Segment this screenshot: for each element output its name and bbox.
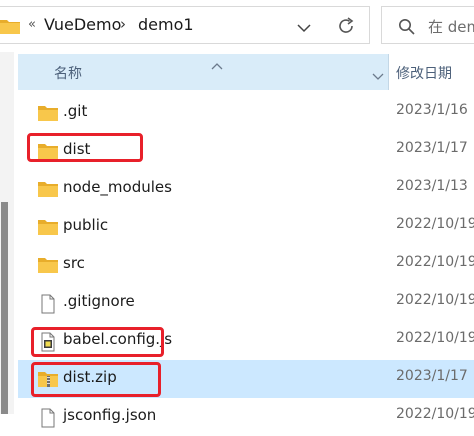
search-icon bbox=[398, 18, 416, 40]
file-date: 2022/10/19 bbox=[396, 254, 474, 270]
chevron-down-icon[interactable] bbox=[296, 19, 312, 38]
file-row-src[interactable]: src 2022/10/19 bbox=[18, 246, 474, 284]
navigation-scrollbar[interactable] bbox=[1, 202, 8, 414]
file-name: public bbox=[63, 216, 109, 234]
file-icon bbox=[37, 294, 59, 314]
file-row-public[interactable]: public 2022/10/19 bbox=[18, 208, 474, 246]
breadcrumb-overflow-icon[interactable]: « bbox=[28, 17, 36, 32]
file-date: 2022/10/19 bbox=[396, 216, 474, 232]
file-date: 2023/1/16 bbox=[396, 102, 468, 118]
folder-icon bbox=[37, 180, 59, 200]
breadcrumb-demo1[interactable]: demo1 bbox=[138, 15, 194, 34]
date-column-label: 修改日期 bbox=[396, 66, 452, 82]
annotation-highlight-dist-zip bbox=[31, 362, 161, 397]
search-placeholder: 在 dem bbox=[428, 18, 474, 36]
file-date: 2023/1/17 bbox=[396, 140, 468, 156]
search-box[interactable]: 在 dem bbox=[381, 6, 474, 44]
folder-icon bbox=[0, 18, 20, 38]
sort-ascending-icon bbox=[210, 55, 224, 74]
address-bar: « VueDemo › demo1 在 dem bbox=[0, 0, 474, 52]
file-date: 2022/10/19 bbox=[396, 406, 474, 422]
file-row-jsconfig[interactable]: jsconfig.json 2022/10/19 bbox=[18, 398, 474, 436]
breadcrumb-vuedemo[interactable]: VueDemo bbox=[44, 15, 121, 34]
navigation-pane bbox=[0, 52, 14, 414]
column-header: 名称 修改日期 bbox=[18, 54, 474, 90]
file-name: jsconfig.json bbox=[63, 406, 157, 424]
address-box[interactable]: « VueDemo › demo1 bbox=[0, 6, 370, 44]
folder-icon bbox=[37, 104, 59, 124]
folder-icon bbox=[37, 256, 59, 276]
file-date: 2022/10/19 bbox=[396, 292, 474, 308]
file-date: 2023/1/13 bbox=[396, 178, 468, 194]
file-row-node-modules[interactable]: node_modules 2023/1/13 bbox=[18, 170, 474, 208]
annotation-highlight-babel-config bbox=[31, 327, 164, 357]
file-name: .gitignore bbox=[63, 292, 135, 310]
annotation-highlight-dist bbox=[27, 133, 143, 162]
file-icon bbox=[37, 408, 59, 428]
file-date: 2022/10/19 bbox=[396, 330, 474, 346]
file-name: src bbox=[63, 254, 85, 272]
date-column-header[interactable]: 修改日期 bbox=[389, 54, 474, 90]
name-column-header[interactable]: 名称 bbox=[18, 54, 388, 90]
file-name: node_modules bbox=[63, 178, 172, 196]
file-row-gitignore[interactable]: .gitignore 2022/10/19 bbox=[18, 284, 474, 322]
name-column-label: 名称 bbox=[54, 66, 82, 82]
refresh-icon[interactable] bbox=[336, 16, 356, 40]
file-name: .git bbox=[63, 102, 88, 120]
chevron-down-icon[interactable] bbox=[372, 67, 384, 86]
file-date: 2023/1/17 bbox=[396, 368, 468, 384]
breadcrumb-separator-icon[interactable]: › bbox=[120, 15, 126, 33]
file-row-git[interactable]: .git 2023/1/16 bbox=[18, 94, 474, 132]
folder-icon bbox=[37, 218, 59, 238]
